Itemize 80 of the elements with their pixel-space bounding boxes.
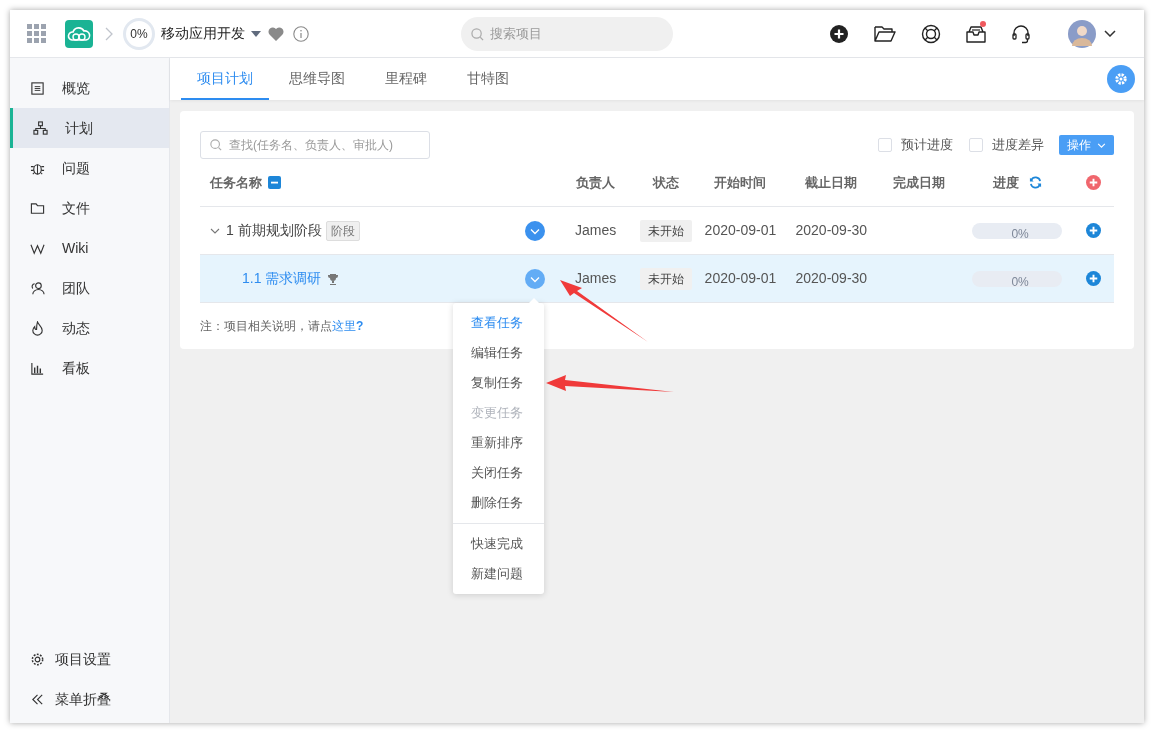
dropdown-toggle-icon[interactable] (524, 220, 545, 241)
column-header: 开始时间 (714, 173, 767, 192)
headset-icon[interactable] (1011, 23, 1031, 44)
refresh-icon[interactable] (1028, 176, 1042, 189)
search-icon (210, 139, 222, 151)
list-icon (30, 80, 45, 96)
flame-icon (30, 320, 45, 336)
menu-item[interactable]: 关闭任务 (453, 458, 544, 488)
sidebar-footer-item[interactable]: 菜单折叠 (10, 679, 169, 719)
start-date: 2020-09-01 (704, 221, 777, 240)
info-icon[interactable] (293, 25, 309, 42)
project-note: 注：项目相关说明，请点这里? (200, 318, 364, 335)
column-header: 任务名称 (210, 173, 262, 192)
status-tag: 未开始 (639, 267, 692, 290)
sitemap-icon (33, 120, 48, 136)
sidebar-item[interactable]: 概览 (10, 68, 169, 108)
tab[interactable]: 思维导图 (269, 58, 365, 100)
menu-item[interactable]: 复制任务 (453, 368, 544, 398)
column-header: 负责人 (576, 173, 616, 192)
column-header: 状态 (652, 173, 679, 192)
chevron-down-icon[interactable] (1104, 30, 1116, 37)
progress-value: 0% (1010, 274, 1029, 287)
help-link[interactable]: 这里 (332, 319, 356, 333)
sidebar-item[interactable]: 动态 (10, 308, 169, 348)
sidebar-item[interactable]: 文件 (10, 188, 169, 228)
owner-name: James (574, 221, 617, 240)
phase-tag: 阶段 (325, 220, 360, 241)
bar-chart-icon (30, 360, 45, 376)
project-search-field[interactable]: 搜索项目 (461, 16, 673, 51)
dropdown-toggle-icon[interactable] (524, 268, 545, 289)
people-icon (30, 280, 45, 296)
due-date: 2020-09-30 (795, 269, 868, 288)
sidebar-item[interactable]: 团队 (10, 268, 169, 308)
column-header: 截止日期 (805, 173, 858, 192)
sidebar-item[interactable]: 看板 (10, 348, 169, 388)
column-header: 完成日期 (893, 173, 946, 192)
menu-item[interactable]: 编辑任务 (453, 338, 544, 368)
sidebar-item[interactable]: Wiki (10, 228, 169, 268)
task-search-field[interactable]: 查找(任务名、负责人、审批人) (200, 131, 430, 159)
menu-item[interactable]: 快速完成 (453, 529, 544, 559)
collapse-all-icon[interactable] (268, 176, 281, 189)
add-icon[interactable] (829, 23, 849, 44)
menu-item[interactable]: 重新排序 (453, 428, 544, 458)
project-name[interactable]: 移动应用开发 (161, 23, 245, 44)
menu-item[interactable]: 删除任务 (453, 488, 544, 518)
search-icon (471, 27, 484, 41)
sidebar-item[interactable]: 计划 (10, 108, 169, 148)
folder-icon[interactable] (874, 24, 896, 43)
selected-row[interactable]: 1.1 需求调研 James 未开始 2020-09-01 2020-09-30 0% (200, 255, 1114, 303)
tab[interactable]: 里程碑 (365, 58, 447, 100)
start-date: 2020-09-01 (704, 269, 777, 288)
inbox-icon[interactable] (966, 24, 986, 43)
apps-grid-icon[interactable] (27, 23, 47, 44)
avatar-icon[interactable] (1068, 19, 1096, 48)
lifebuoy-icon[interactable] (921, 23, 941, 44)
settings-icon[interactable] (1107, 65, 1135, 93)
column-header: 进度 (992, 173, 1019, 192)
task-name[interactable]: 1 前期规划阶段 (226, 220, 322, 241)
chevron-down-icon (1097, 142, 1106, 148)
status-tag: 未开始 (639, 219, 692, 242)
progress-ring: 0% (123, 17, 155, 50)
cloud-logo-icon[interactable] (65, 19, 93, 48)
checkbox-label[interactable]: 预计进度 (901, 135, 953, 155)
progress-value: 0% (1010, 226, 1029, 239)
tab[interactable]: 项目计划 (181, 58, 269, 100)
folder-icon (30, 200, 45, 216)
checkbox[interactable] (969, 138, 983, 152)
checkbox[interactable] (878, 138, 892, 152)
menu-item[interactable]: 查看任务 (453, 308, 544, 338)
chevron-right-icon (105, 26, 113, 41)
heart-icon[interactable] (268, 26, 284, 41)
checkbox-label[interactable]: 进度差异 (992, 135, 1044, 155)
menu-item[interactable]: 新建问题 (453, 559, 544, 589)
settings-icon (30, 651, 45, 667)
tab[interactable]: 甘特图 (447, 58, 529, 100)
caret-down-icon[interactable] (251, 30, 261, 37)
sidebar-item[interactable]: 问题 (10, 148, 169, 188)
due-date: 2020-09-30 (795, 221, 868, 240)
owner-name: James (574, 269, 617, 288)
sidebar-footer-item[interactable]: 项目设置 (10, 639, 169, 679)
